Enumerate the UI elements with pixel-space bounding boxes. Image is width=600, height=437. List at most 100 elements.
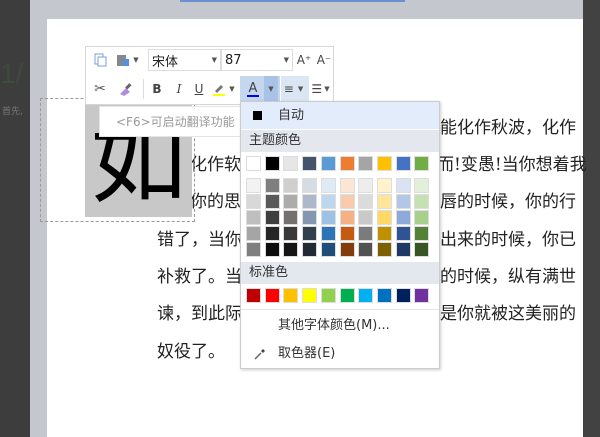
- auto-color-swatch: [253, 111, 262, 120]
- theme-shade-swatch[interactable]: [283, 242, 299, 257]
- theme-shade-swatch[interactable]: [395, 210, 411, 225]
- theme-shade-swatch[interactable]: [395, 226, 411, 241]
- font-color-dropdown[interactable]: ▼: [264, 76, 278, 102]
- theme-shade-swatch[interactable]: [283, 194, 299, 209]
- top-tab-indicator: [180, 0, 405, 2]
- standard-color-swatch[interactable]: [283, 288, 299, 303]
- eyedropper-icon: [254, 349, 265, 360]
- standard-color-swatch[interactable]: [339, 288, 355, 303]
- theme-shade-swatch[interactable]: [339, 210, 355, 225]
- theme-shade-swatch[interactable]: [264, 226, 280, 241]
- standard-color-swatch[interactable]: [246, 288, 261, 303]
- theme-shade-swatch[interactable]: [246, 242, 261, 257]
- standard-color-swatch[interactable]: [414, 288, 430, 303]
- theme-shade-swatch[interactable]: [320, 194, 336, 209]
- underline-button[interactable]: U: [190, 78, 208, 100]
- grow-font-button[interactable]: A⁺: [294, 49, 314, 71]
- shrink-font-button[interactable]: A⁻: [314, 49, 334, 71]
- copy-icon[interactable]: [89, 49, 111, 71]
- theme-shade-swatch[interactable]: [395, 178, 411, 193]
- standard-color-swatch[interactable]: [302, 288, 318, 303]
- font-color-button[interactable]: A ▼: [240, 76, 280, 102]
- font-name-select[interactable]: 宋体 ▼: [148, 49, 221, 71]
- standard-color-swatch[interactable]: [320, 288, 336, 303]
- theme-shade-swatch[interactable]: [283, 226, 299, 241]
- standard-color-swatch[interactable]: [358, 288, 374, 303]
- theme-shade-swatch[interactable]: [395, 194, 411, 209]
- theme-shade-swatch[interactable]: [414, 178, 430, 193]
- theme-shade-swatch[interactable]: [302, 194, 318, 209]
- text-line: 唇的时候，你的行: [440, 192, 576, 212]
- theme-shade-swatch[interactable]: [414, 242, 430, 257]
- theme-shade-swatch[interactable]: [264, 242, 280, 257]
- theme-shade-swatch[interactable]: [264, 210, 280, 225]
- theme-shade-swatch[interactable]: [302, 242, 318, 257]
- theme-shade-swatch[interactable]: [302, 178, 318, 193]
- theme-color-swatch[interactable]: [414, 156, 430, 171]
- theme-shade-swatch[interactable]: [376, 226, 392, 241]
- theme-color-swatch[interactable]: [395, 156, 411, 171]
- theme-color-swatch[interactable]: [339, 156, 355, 171]
- theme-shade-swatch[interactable]: [376, 178, 392, 193]
- highlight-button[interactable]: ▼: [211, 78, 239, 100]
- italic-button[interactable]: I: [170, 78, 188, 100]
- standard-color-swatch[interactable]: [395, 288, 411, 303]
- theme-shade-swatch[interactable]: [376, 242, 392, 257]
- theme-color-swatch[interactable]: [320, 156, 336, 171]
- paste-button[interactable]: ▼: [114, 49, 144, 71]
- align-button[interactable]: ≡ ▼: [281, 76, 309, 102]
- theme-color-swatch[interactable]: [246, 156, 261, 171]
- font-name-value: 宋体: [152, 54, 179, 70]
- theme-shade-swatch[interactable]: [283, 178, 299, 193]
- theme-shade-swatch[interactable]: [302, 210, 318, 225]
- standard-color-swatch[interactable]: [376, 288, 392, 303]
- theme-shade-swatch[interactable]: [246, 178, 261, 193]
- text-line: 能化作秋波，化作: [440, 118, 576, 138]
- line-spacing-button[interactable]: ☰ ▼: [310, 78, 334, 100]
- theme-shade-swatch[interactable]: [320, 210, 336, 225]
- theme-shade-swatch[interactable]: [414, 210, 430, 225]
- page-number: 1/: [0, 58, 24, 89]
- theme-shade-swatch[interactable]: [395, 242, 411, 257]
- eyedropper-label: 取色器(E): [278, 346, 336, 361]
- theme-shade-swatch[interactable]: [283, 210, 299, 225]
- theme-shade-swatch[interactable]: [376, 194, 392, 209]
- theme-shade-swatch[interactable]: [339, 242, 355, 257]
- standard-color-swatch[interactable]: [264, 288, 280, 303]
- text-line: 的时候，纵有满世: [440, 267, 576, 287]
- theme-shade-swatch[interactable]: [414, 226, 430, 241]
- theme-color-swatch[interactable]: [283, 156, 299, 171]
- paste-icon: [117, 55, 130, 66]
- theme-shade-swatch[interactable]: [358, 242, 374, 257]
- cut-icon[interactable]: ✂: [89, 78, 111, 100]
- theme-shade-swatch[interactable]: [302, 226, 318, 241]
- theme-shade-swatch[interactable]: [320, 226, 336, 241]
- theme-shade-swatch[interactable]: [264, 194, 280, 209]
- more-colors-item[interactable]: 其他字体颜色(M)...: [241, 313, 439, 339]
- theme-shade-swatch[interactable]: [246, 226, 261, 241]
- theme-shade-swatch[interactable]: [358, 194, 374, 209]
- theme-shade-swatch[interactable]: [320, 178, 336, 193]
- eyedropper-item[interactable]: 取色器(E): [241, 341, 439, 367]
- theme-shade-swatch[interactable]: [339, 194, 355, 209]
- theme-color-swatch[interactable]: [376, 156, 392, 171]
- auto-color-item[interactable]: 自动: [241, 102, 439, 129]
- theme-shade-swatch[interactable]: [376, 210, 392, 225]
- theme-shade-swatch[interactable]: [264, 178, 280, 193]
- format-painter-icon[interactable]: [114, 78, 136, 100]
- theme-shade-swatch[interactable]: [358, 178, 374, 193]
- bold-button[interactable]: B: [148, 78, 166, 100]
- theme-shade-swatch[interactable]: [320, 242, 336, 257]
- theme-shade-swatch[interactable]: [339, 178, 355, 193]
- theme-shade-swatch[interactable]: [246, 210, 261, 225]
- text-line: 而!变愚!当你想着我: [437, 155, 587, 175]
- theme-color-swatch[interactable]: [302, 156, 318, 171]
- theme-shade-swatch[interactable]: [339, 226, 355, 241]
- theme-shade-swatch[interactable]: [358, 210, 374, 225]
- theme-color-swatch[interactable]: [358, 156, 374, 171]
- theme-shade-swatch[interactable]: [246, 194, 261, 209]
- font-size-select[interactable]: 87 ▼: [221, 49, 293, 71]
- theme-color-swatch[interactable]: [264, 156, 280, 171]
- theme-shade-swatch[interactable]: [414, 194, 430, 209]
- theme-shade-swatch[interactable]: [358, 226, 374, 241]
